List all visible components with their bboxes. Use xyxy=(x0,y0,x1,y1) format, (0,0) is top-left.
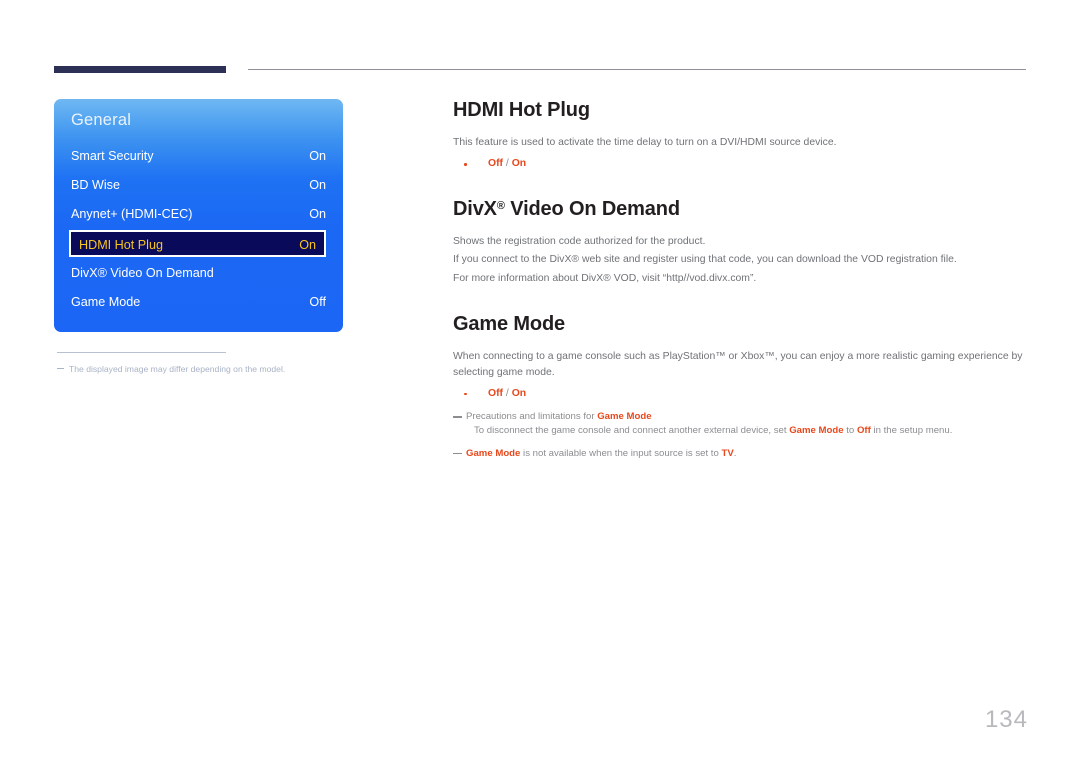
osd-menu-item-anynet-hdmi-cec[interactable]: Anynet+ (HDMI-CEC) On xyxy=(71,202,326,227)
heading-hdmi-hot-plug: HDMI Hot Plug xyxy=(453,99,590,121)
dash-icon xyxy=(453,452,462,455)
paragraph-divx-line2: If you connect to the DivX® web site and… xyxy=(453,254,957,266)
option-separator: / xyxy=(505,387,509,399)
note-detail-post: in the setup menu. xyxy=(870,425,953,437)
osd-menu-item-divx-video-on-demand[interactable]: DivX® Video On Demand xyxy=(71,261,326,286)
osd-menu-panel: General Smart Security On BD Wise On Any… xyxy=(54,99,343,332)
bullet-dot-icon xyxy=(464,163,467,166)
osd-item-value: On xyxy=(309,149,326,163)
osd-item-value: Off xyxy=(309,295,326,309)
osd-item-label: Anynet+ (HDMI-CEC) xyxy=(71,207,193,221)
note-detail-mid: to xyxy=(843,425,857,437)
figure-note: The displayed image may differ depending… xyxy=(57,352,387,374)
osd-panel-title: General xyxy=(71,111,132,129)
osd-menu-item-hdmi-hot-plug[interactable]: HDMI Hot Plug On xyxy=(69,230,326,257)
osd-item-label: Smart Security xyxy=(71,149,154,163)
osd-item-value: On xyxy=(299,238,316,252)
dash-icon xyxy=(57,368,64,369)
option-on[interactable]: On xyxy=(512,388,526,399)
page-number: 134 xyxy=(984,706,1028,733)
osd-menu-item-bd-wise[interactable]: BD Wise On xyxy=(71,173,326,198)
paragraph-divx-line1: Shows the registration code authorized f… xyxy=(453,236,706,248)
note-precautions-text: Precautions and limitations for xyxy=(466,411,598,422)
figure-note-text: The displayed image may differ depending… xyxy=(69,364,286,374)
option-on[interactable]: On xyxy=(512,158,526,169)
note-game-mode-precautions-detail: To disconnect the game console and conne… xyxy=(453,424,1030,438)
note-detail-pre: To disconnect the game console and conne… xyxy=(474,425,790,437)
note-detail-emphasis-game-mode: Game Mode xyxy=(789,425,844,437)
osd-item-value: On xyxy=(309,178,326,192)
note-precautions-emphasis: Game Mode xyxy=(597,411,652,422)
heading-game-mode: Game Mode xyxy=(453,312,566,335)
paragraph-divx-line3: For more information about DivX® VOD, vi… xyxy=(453,272,757,284)
bullet-game-mode-options: Off / On xyxy=(453,386,1030,402)
osd-menu-item-smart-security[interactable]: Smart Security On xyxy=(71,144,326,169)
header-thin-line xyxy=(248,69,1026,70)
note-game-mode-precautions: Precautions and limitations for Game Mod… xyxy=(453,410,1030,424)
osd-menu-item-game-mode[interactable]: Game Mode Off xyxy=(71,290,326,315)
osd-item-label: HDMI Hot Plug xyxy=(79,238,163,252)
note-availability-emphasis-tv: TV xyxy=(721,447,734,459)
heading-divx-main: DivX xyxy=(453,198,497,221)
paragraph-hdmi-hot-plug: This feature is used to activate the tim… xyxy=(453,137,837,148)
content-column: HDMI Hot Plug This feature is used to ac… xyxy=(453,99,1030,461)
bullet-hdmi-hot-plug-options: Off / On xyxy=(453,156,1030,172)
bullet-dot-icon xyxy=(464,392,467,396)
osd-item-label: Game Mode xyxy=(71,295,141,309)
heading-divx-video-on-demand: DivX® Video On Demand xyxy=(453,198,1030,221)
osd-item-label: BD Wise xyxy=(71,178,120,192)
option-off[interactable]: Off xyxy=(488,158,503,169)
registered-mark-icon: ® xyxy=(496,200,505,213)
note-availability-post: . xyxy=(733,447,737,459)
note-detail-emphasis-off: Off xyxy=(856,425,871,437)
osd-item-value: On xyxy=(309,207,326,221)
note-availability-mid: is not available when the input source i… xyxy=(520,447,722,459)
page-header-rule xyxy=(54,66,1026,74)
header-accent-bar xyxy=(54,66,226,73)
note-availability-emphasis-game-mode: Game Mode xyxy=(466,447,521,459)
dash-icon xyxy=(453,416,462,418)
note-game-mode-availability: Game Mode is not available when the inpu… xyxy=(453,447,1030,461)
heading-divx-rest: Video On Demand xyxy=(504,198,680,221)
figure-note-divider xyxy=(57,352,226,353)
paragraph-game-mode: When connecting to a game console such a… xyxy=(453,350,1023,378)
figure-note-row: The displayed image may differ depending… xyxy=(57,364,387,374)
osd-item-label: DivX® Video On Demand xyxy=(71,266,214,280)
option-off[interactable]: Off xyxy=(488,388,503,399)
option-separator: / xyxy=(505,158,509,170)
